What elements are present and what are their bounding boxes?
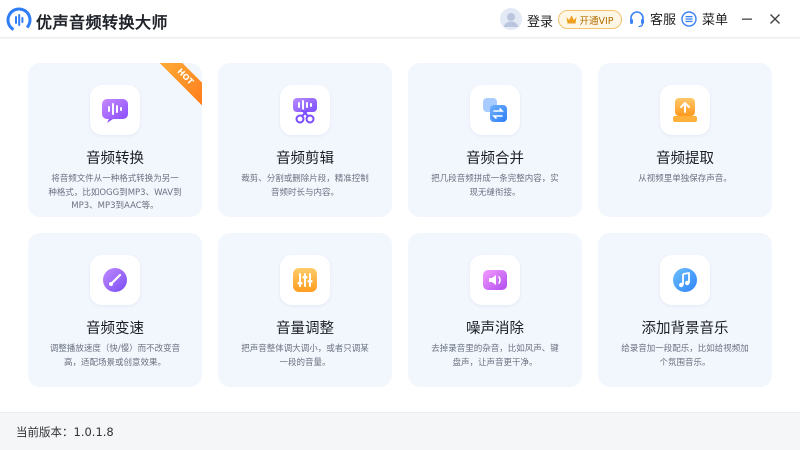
- feature-grid: HOT 音频转换 将音频文件从一种格式转换为另一种格式，比如OGG到MP3、WA…: [0, 39, 800, 412]
- card-description: 从视频里单独保存声音。: [638, 174, 732, 184]
- card-description: 去掉录音里的杂音，比如风声、键盘声，让声音更干净。: [431, 344, 559, 368]
- minimize-icon: [742, 18, 752, 20]
- menu-label: 菜单: [702, 13, 729, 28]
- version-label: 当前版本：1.0.1.8: [16, 425, 114, 439]
- vip-label: 开通VIP: [579, 15, 614, 27]
- minimize-button[interactable]: [736, 8, 758, 30]
- volume-adjust-icon-box: [280, 255, 330, 305]
- title-bar: 优声音频转换大师 登录 开通VIP 客服 菜单: [0, 0, 800, 38]
- card-title: 音频合并: [466, 151, 524, 167]
- audio-cut-icon: [293, 98, 317, 124]
- card-description: 将音频文件从一种格式转换为另一种格式，比如OGG到MP3、WAV到MP3、MP3…: [48, 174, 182, 211]
- card-audio-merge[interactable]: 音频合并 把几段音频拼成一条完整内容，实现无缝衔接。: [408, 63, 582, 217]
- card-title: 音频转换: [86, 151, 144, 167]
- avatar[interactable]: [500, 8, 522, 30]
- menu-button[interactable]: 菜单: [681, 9, 728, 28]
- background-music-icon-box: [660, 255, 710, 305]
- audio-merge-icon: [483, 98, 507, 122]
- hot-badge: HOT: [154, 63, 202, 108]
- card-title: 音量调整: [276, 321, 334, 337]
- card-title: 音频变速: [86, 321, 144, 337]
- vip-button[interactable]: 开通VIP: [558, 10, 622, 29]
- close-icon: [770, 14, 780, 24]
- card-audio-extract[interactable]: 音频提取 从视频里单独保存声音。: [598, 63, 772, 217]
- headset-icon: [630, 10, 644, 27]
- card-title: 添加背景音乐: [641, 321, 729, 337]
- audio-extract-icon-box: [660, 85, 710, 135]
- audio-merge-icon-box: [470, 85, 520, 135]
- card-volume-adjust[interactable]: 音量调整 把声音整体调大调小，或者只调某一段的音量。: [218, 233, 392, 387]
- card-audio-speed[interactable]: 音频变速 调整播放速度（快/慢）而不改变音高，适配场景或创意效果。: [28, 233, 202, 387]
- customer-service-button[interactable]: 客服: [628, 9, 676, 28]
- card-audio-cut[interactable]: 音频剪辑 裁剪、分割或删除片段，精准控制音频时长与内容。: [218, 63, 392, 217]
- close-button[interactable]: [764, 8, 786, 30]
- background-music-icon: [673, 268, 697, 292]
- card-title: 音频提取: [656, 151, 714, 167]
- login-button[interactable]: 登录: [527, 11, 553, 30]
- noise-removal-icon-box: [470, 255, 520, 305]
- audio-convert-icon: [102, 99, 128, 123]
- card-background-music[interactable]: 添加背景音乐 给录音加一段配乐，比如给视频加个氛围音乐。: [598, 233, 772, 387]
- customer-service-label: 客服: [650, 13, 677, 28]
- app-title: 优声音频转换大师: [36, 13, 169, 32]
- card-description: 把几段音频拼成一条完整内容，实现无缝衔接。: [431, 174, 559, 198]
- audio-convert-icon-box: [90, 85, 140, 135]
- noise-removal-icon: [483, 270, 507, 290]
- audio-extract-icon: [673, 98, 697, 122]
- status-bar: 当前版本：1.0.1.8: [0, 412, 800, 450]
- card-description: 调整播放速度（快/慢）而不改变音高，适配场景或创意效果。: [49, 344, 181, 368]
- card-title: 音频剪辑: [276, 151, 334, 167]
- crown-icon: [566, 15, 577, 24]
- volume-adjust-icon: [293, 268, 317, 292]
- card-audio-convert[interactable]: HOT 音频转换 将音频文件从一种格式转换为另一种格式，比如OGG到MP3、WA…: [28, 63, 202, 217]
- menu-icon: [681, 10, 697, 27]
- audio-speed-icon-box: [90, 255, 140, 305]
- user-icon: [500, 8, 522, 30]
- audio-cut-icon-box: [280, 85, 330, 135]
- audio-speed-icon: [103, 268, 127, 292]
- card-noise-removal[interactable]: 噪声消除 去掉录音里的杂音，比如风声、键盘声，让声音更干净。: [408, 233, 582, 387]
- app-logo-icon: [6, 7, 32, 33]
- card-title: 噪声消除: [466, 321, 524, 337]
- card-description: 把声音整体调大调小，或者只调某一段的音量。: [241, 344, 369, 368]
- card-description: 给录音加一段配乐，比如给视频加个氛围音乐。: [621, 344, 749, 368]
- card-description: 裁剪、分割或删除片段，精准控制音频时长与内容。: [241, 174, 369, 198]
